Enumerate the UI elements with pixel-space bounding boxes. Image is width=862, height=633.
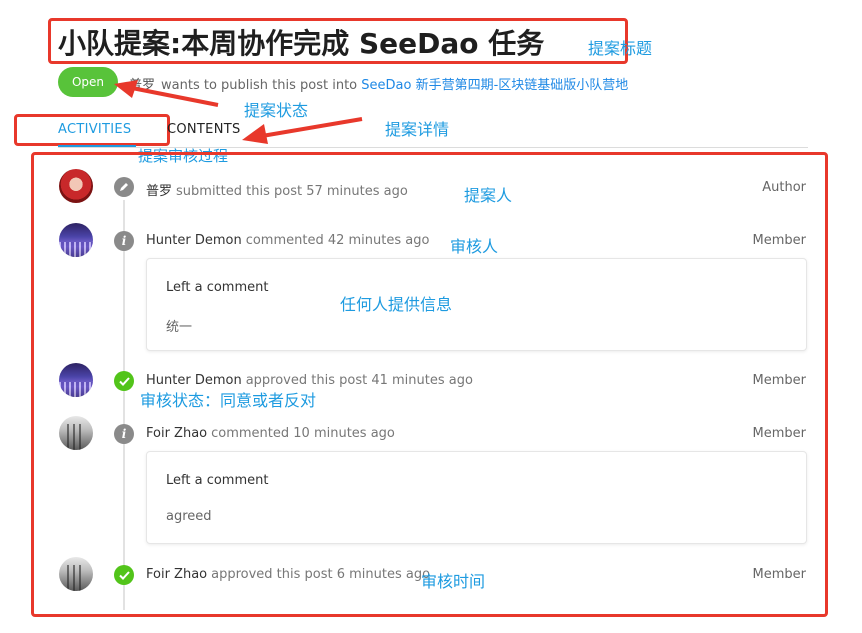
- comment-title: Left a comment: [166, 280, 269, 295]
- activity-action: submitted this post 57 minutes ago: [176, 184, 408, 199]
- activity-text: Foir Zhao approved this post 6 minutes ag…: [146, 567, 430, 582]
- check-icon: [114, 371, 134, 391]
- activity-text: Hunter Demon approved this post 41 minute…: [146, 373, 473, 388]
- role-label: Member: [752, 373, 806, 388]
- role-label: Member: [752, 233, 806, 248]
- avatar[interactable]: [59, 416, 93, 450]
- activity-action: commented 10 minutes ago: [211, 426, 395, 441]
- comment-card: Left a comment 统一: [146, 258, 807, 351]
- role-label: Author: [762, 180, 806, 195]
- role-label: Member: [752, 426, 806, 441]
- activity-action: approved this post 41 minutes ago: [245, 373, 473, 388]
- timeline-line: [123, 200, 125, 610]
- role-label: Member: [752, 567, 806, 582]
- proposer-note: 提案人: [464, 186, 513, 205]
- review-time-note: 审核时间: [421, 572, 486, 591]
- page-title: 小队提案:本周协作完成 SeeDao 任务: [58, 27, 545, 60]
- comment-card: Left a comment agreed: [146, 451, 807, 544]
- actor-name[interactable]: Foir Zhao: [146, 426, 207, 441]
- actor-name[interactable]: Foir Zhao: [146, 567, 207, 582]
- title-note: 提案标题: [588, 39, 653, 58]
- actor-name[interactable]: Hunter Demon: [146, 373, 242, 388]
- activity-text: Foir Zhao commented 10 minutes ago: [146, 426, 395, 441]
- activity-text: Hunter Demon commented 42 minutes ago: [146, 233, 429, 248]
- status-arrow-icon: [114, 80, 219, 107]
- pencil-icon: [114, 177, 134, 197]
- activity-action: commented 42 minutes ago: [245, 233, 430, 248]
- avatar[interactable]: [59, 223, 93, 257]
- details-arrow-icon: [242, 117, 363, 144]
- anyone-note: 任何人提供信息: [340, 295, 453, 314]
- comment-title: Left a comment: [166, 473, 269, 488]
- avatar[interactable]: [59, 557, 93, 591]
- reviewer-note: 审核人: [450, 237, 499, 256]
- actor-name[interactable]: 普罗: [146, 184, 172, 199]
- comment-body: 统一: [166, 320, 193, 335]
- avatar[interactable]: [59, 169, 93, 203]
- tab-activities[interactable]: ACTIVITIES: [58, 122, 131, 137]
- actor-name[interactable]: Hunter Demon: [146, 233, 242, 248]
- status-badge: Open: [58, 67, 118, 97]
- activity-text: 普罗 submitted this post 57 minutes ago: [146, 180, 408, 199]
- target-group-link[interactable]: SeeDao 新手营第四期-区块链基础版小队营地: [361, 78, 628, 93]
- info-icon: i: [114, 231, 134, 251]
- avatar[interactable]: [59, 363, 93, 397]
- tab-contents[interactable]: CONTENTS: [167, 122, 241, 137]
- info-icon: i: [114, 424, 134, 444]
- activity-action: approved this post 6 minutes ago: [211, 567, 431, 582]
- check-icon: [114, 565, 134, 585]
- review-status-note: 审核状态：同意或者反对: [140, 391, 317, 410]
- details-note: 提案详情: [385, 120, 450, 139]
- comment-body: agreed: [166, 509, 212, 524]
